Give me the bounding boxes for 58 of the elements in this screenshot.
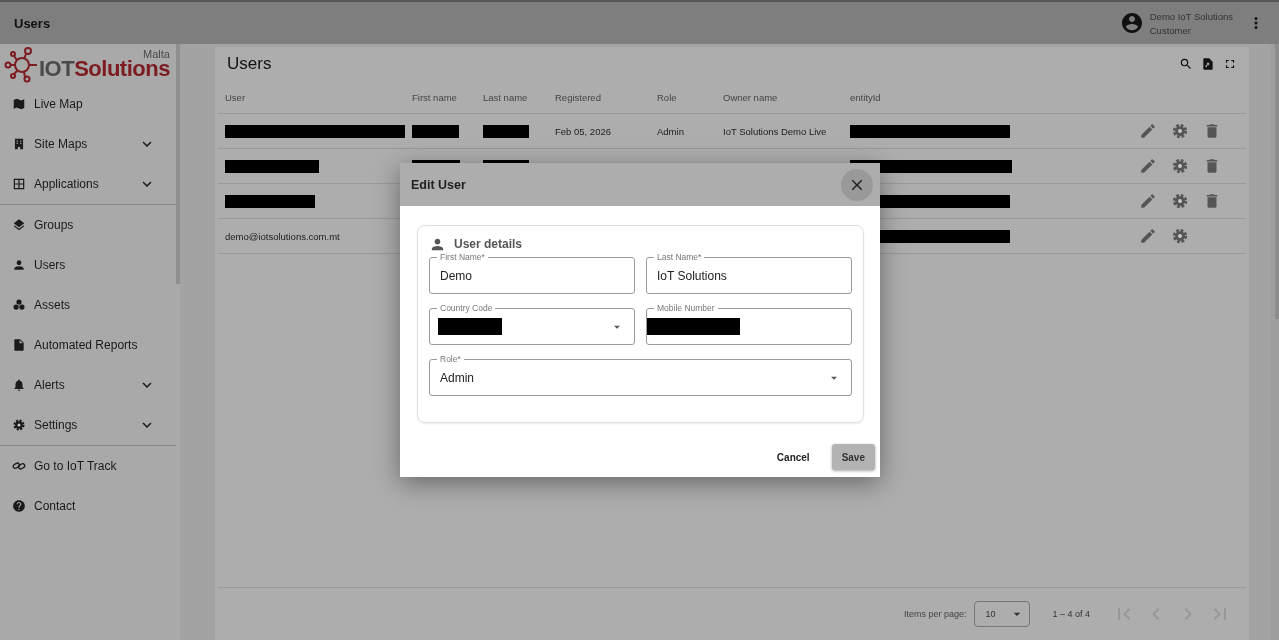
- column-header[interactable]: First name: [412, 91, 483, 103]
- search-icon[interactable]: [1179, 57, 1193, 71]
- account-icon[interactable]: [1119, 11, 1144, 35]
- column-header[interactable]: Role: [657, 91, 723, 103]
- table-cell: Feb 05, 2026: [555, 125, 611, 137]
- map-icon: [12, 97, 26, 111]
- column-header[interactable]: Last name: [483, 91, 555, 103]
- close-button[interactable]: [841, 168, 873, 201]
- column-header[interactable]: User: [225, 91, 412, 103]
- settings-icon[interactable]: [1171, 192, 1189, 210]
- sidebar-item[interactable]: Groups: [0, 205, 176, 245]
- column-header[interactable]: entityId: [850, 91, 990, 103]
- logo-region: Malta: [143, 48, 170, 60]
- cancel-button[interactable]: Cancel: [766, 444, 820, 470]
- person-icon: [12, 258, 26, 272]
- edit-icon[interactable]: [1139, 122, 1157, 140]
- table-cell: Admin: [657, 125, 684, 137]
- sidebar-item[interactable]: Live Map: [0, 84, 176, 124]
- table-cell: demo@iotsolutions.com.mt: [225, 230, 340, 242]
- page-title: Users: [14, 15, 52, 31]
- gear-icon: [12, 418, 26, 432]
- sidebar-item[interactable]: Applications: [0, 164, 176, 204]
- bell-icon: [12, 378, 26, 392]
- building-icon: [12, 137, 26, 151]
- sidebar-item[interactable]: Go to IoT Track: [0, 446, 176, 486]
- grid-icon: [12, 177, 26, 191]
- settings-icon[interactable]: [1171, 227, 1189, 245]
- file-export-icon[interactable]: [1201, 57, 1215, 71]
- layers-icon: [12, 218, 26, 232]
- items-per-page-label: Items per page:: [903, 609, 967, 619]
- link-icon: [12, 459, 26, 473]
- file-icon: [12, 338, 26, 352]
- edit-icon[interactable]: [1139, 227, 1157, 245]
- sidebar-item[interactable]: Automated Reports: [0, 325, 176, 365]
- table-title: Users: [227, 54, 273, 74]
- settings-icon[interactable]: [1171, 122, 1189, 140]
- sidebar-item[interactable]: Users: [0, 245, 176, 285]
- section-title: User details: [454, 237, 523, 251]
- edit-icon[interactable]: [1139, 192, 1157, 210]
- logo-text: IOTSolutions: [39, 57, 170, 80]
- user-role: Customer: [1149, 24, 1192, 36]
- fullscreen-icon[interactable]: [1223, 57, 1237, 71]
- column-header[interactable]: Owner name: [723, 91, 850, 103]
- sidebar-item[interactable]: Site Maps: [0, 124, 176, 164]
- sidebar-item[interactable]: Settings: [0, 405, 176, 445]
- help-icon: [12, 499, 26, 513]
- user-name: Demo IoT Solutions: [1149, 10, 1233, 22]
- cubes-icon: [12, 298, 26, 312]
- dialog-title: Edit User: [411, 177, 467, 192]
- table-cell: IoT Solutions Demo Live: [723, 125, 827, 137]
- page-range: 1 – 4 of 4: [1052, 609, 1090, 619]
- sidebar-item[interactable]: Alerts: [0, 365, 176, 405]
- sidebar-item[interactable]: Contact: [0, 486, 176, 526]
- edit-icon[interactable]: [1139, 157, 1157, 175]
- column-header[interactable]: Registered: [555, 91, 657, 103]
- page-size-select[interactable]: 10: [974, 601, 1031, 627]
- sidebar-item[interactable]: Assets: [0, 285, 176, 325]
- settings-icon[interactable]: [1171, 157, 1189, 175]
